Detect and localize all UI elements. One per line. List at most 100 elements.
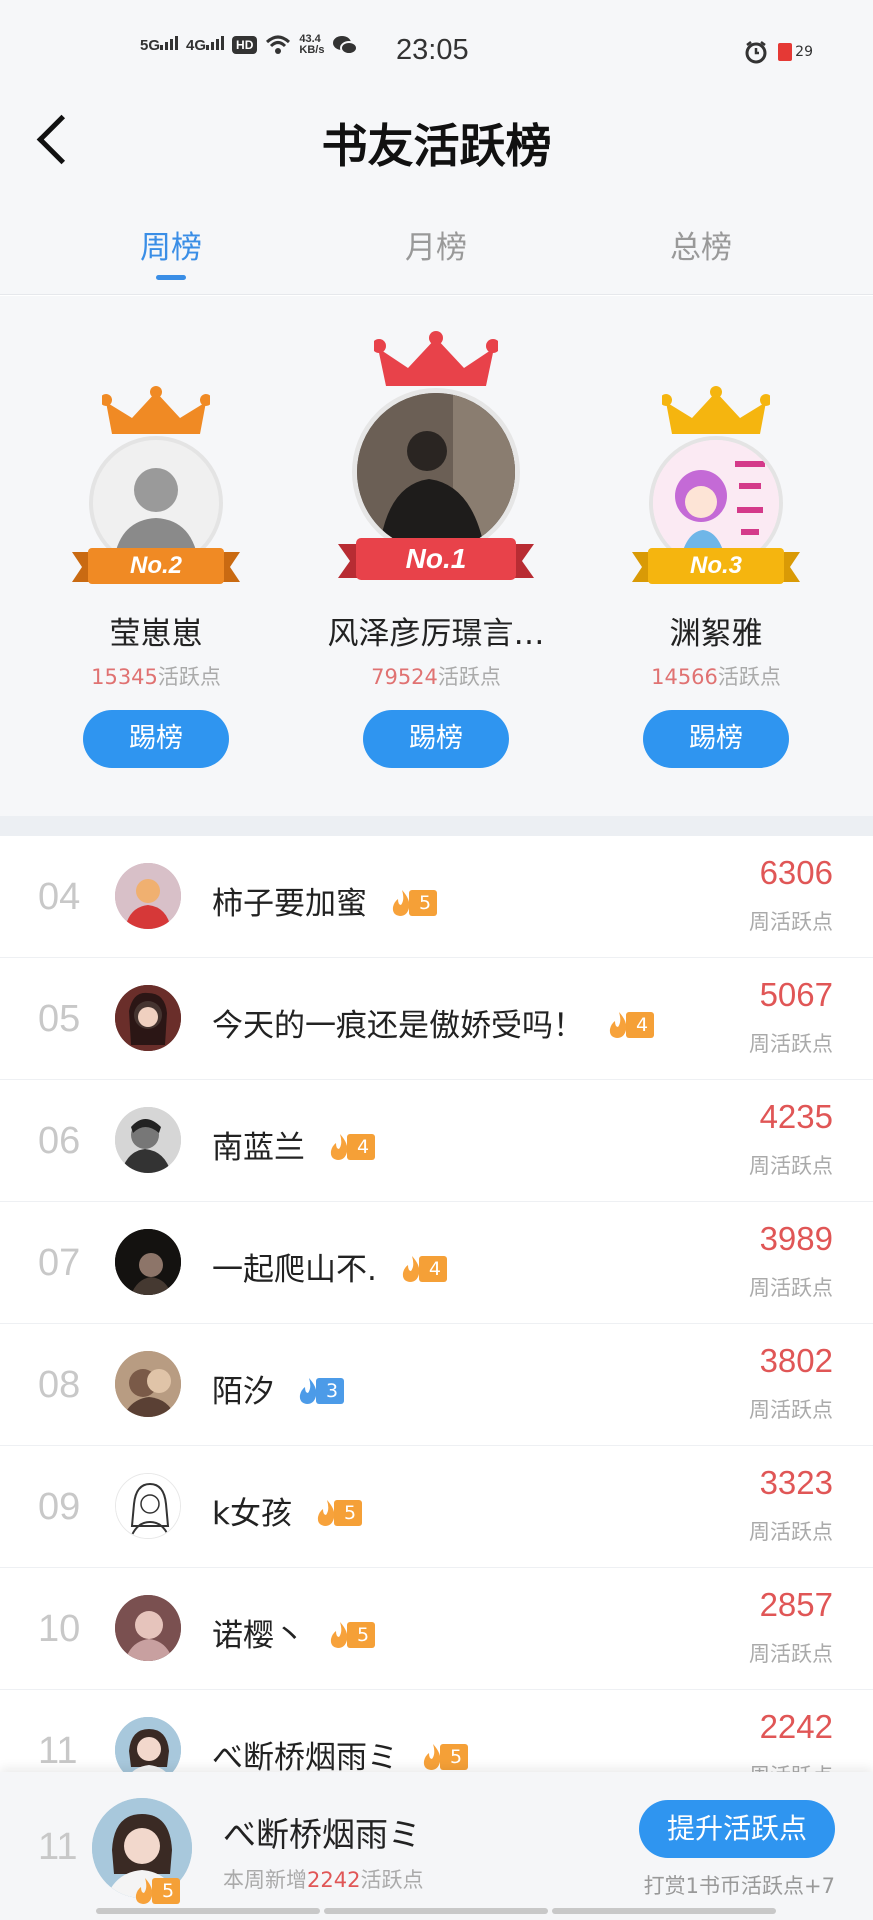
- tab-indicator: [156, 275, 186, 280]
- list-item[interactable]: 09 k女孩 5 3323 周活跃点: [0, 1446, 873, 1568]
- header: 书友活跃榜: [0, 80, 873, 200]
- wechat-icon: [333, 36, 359, 55]
- hd-icon: HD: [232, 36, 258, 54]
- signal-icon: [160, 36, 179, 50]
- activity-label: 周活跃点: [749, 1520, 833, 1544]
- avatar[interactable]: [115, 1595, 181, 1661]
- page-title: 书友活跃榜: [321, 119, 552, 173]
- activity-value: 3323: [759, 1464, 833, 1501]
- rank-number: 05: [38, 998, 81, 1040]
- kick-button[interactable]: 踢榜: [83, 710, 229, 768]
- rank-badge: No.3: [632, 546, 800, 588]
- activity-label: 周活跃点: [749, 1276, 833, 1300]
- level-badge: 5: [327, 1620, 376, 1650]
- reward-tip: 打赏1书币活跃点+7: [643, 1874, 835, 1898]
- signal-4g: 4G: [186, 36, 225, 54]
- level-badge: 5: [389, 888, 438, 918]
- podium-points: 15345活跃点: [91, 665, 221, 689]
- podium-points: 14566活跃点: [651, 665, 781, 689]
- list-item[interactable]: 07 一起爬山不. 4 3989 周活跃点: [0, 1202, 873, 1324]
- wifi-icon: [266, 35, 291, 54]
- podium-points: 79524活跃点: [371, 665, 501, 689]
- activity-value: 2242: [759, 1708, 833, 1745]
- status-left: 5G 4G HD 43.4 KB/s: [140, 33, 359, 56]
- activity-value: 6306: [759, 854, 833, 891]
- level-badge: 4: [327, 1132, 376, 1162]
- page: 5G 4G HD 43.4 KB/s 23:05 29 书友活跃榜 周榜 月榜 总…: [0, 0, 873, 1920]
- battery-icon: 29: [778, 43, 813, 61]
- user-name: 诺樱丶 5: [212, 1610, 376, 1655]
- section-divider: [0, 816, 873, 836]
- my-level-badge: 5: [132, 1876, 181, 1906]
- tab-weekly[interactable]: 周榜: [101, 222, 241, 280]
- level-badge: 5: [314, 1498, 363, 1528]
- list-item[interactable]: 04 柿子要加蜜 5 6306 周活跃点: [0, 836, 873, 958]
- avatar[interactable]: [115, 985, 181, 1051]
- activity-label: 周活跃点: [749, 910, 833, 934]
- my-weekly-gain: 本周新增2242活跃点: [223, 1868, 424, 1892]
- boost-activity-button[interactable]: 提升活跃点: [639, 1800, 835, 1858]
- avatar[interactable]: [115, 1229, 181, 1295]
- level-badge: 4: [399, 1254, 447, 1284]
- tab-bar: 周榜 月榜 总榜: [0, 200, 873, 295]
- level-badge: 5: [420, 1742, 469, 1772]
- activity-label: 周活跃点: [749, 1642, 833, 1666]
- activity-label: 周活跃点: [749, 1154, 833, 1178]
- rank-number: 10: [38, 1608, 81, 1650]
- podium-name: 风泽彦厉璟言…: [327, 616, 545, 652]
- podium-name: 渊絮雅: [669, 616, 763, 652]
- status-right: 29: [744, 40, 813, 64]
- status-time: 23:05: [396, 34, 469, 66]
- rank-number: 07: [38, 1242, 81, 1284]
- ranking-list: 04 柿子要加蜜 5 6306 周活跃点 05 今天的一痕还是傲娇受吗！ 4 506…: [0, 836, 873, 1812]
- crown-icon: [102, 386, 210, 434]
- rank-number: 09: [38, 1486, 81, 1528]
- podium-name: 莹崽崽: [109, 616, 203, 652]
- level-badge: 4: [606, 1010, 655, 1040]
- status-bar: 5G 4G HD 43.4 KB/s 23:05 29: [0, 0, 873, 80]
- level-badge: 3: [296, 1376, 345, 1406]
- signal-5g: 5G: [140, 36, 179, 54]
- my-name: べ断桥烟雨ミ: [223, 1815, 421, 1854]
- avatar[interactable]: [115, 863, 181, 929]
- list-item[interactable]: 08 陌汐 3 3802 周活跃点: [0, 1324, 873, 1446]
- tab-monthly[interactable]: 月榜: [366, 222, 506, 267]
- signal-icon: [206, 36, 225, 50]
- user-name: 南蓝兰 4: [212, 1122, 376, 1167]
- activity-value: 2857: [759, 1586, 833, 1623]
- avatar[interactable]: [115, 1107, 181, 1173]
- user-name: 陌汐 3: [212, 1366, 345, 1411]
- kick-button[interactable]: 踢榜: [363, 710, 509, 768]
- kick-button[interactable]: 踢榜: [643, 710, 789, 768]
- home-indicator[interactable]: [96, 1908, 776, 1914]
- crown-icon: [374, 331, 498, 386]
- avatar[interactable]: [115, 1351, 181, 1417]
- avatar[interactable]: [115, 1473, 181, 1539]
- rank-badge: No.2: [72, 546, 240, 588]
- list-item[interactable]: 06 南蓝兰 4 4235 周活跃点: [0, 1080, 873, 1202]
- rank-number: 06: [38, 1120, 81, 1162]
- rank-number: 04: [38, 876, 81, 918]
- user-name: k女孩 5: [212, 1488, 363, 1533]
- avatar[interactable]: [352, 388, 520, 556]
- tab-total[interactable]: 总榜: [631, 222, 771, 267]
- user-name: 今天的一痕还是傲娇受吗！ 4: [212, 1000, 655, 1045]
- user-name: べ断桥烟雨ミ 5: [212, 1732, 469, 1777]
- user-name: 一起爬山不. 4: [212, 1244, 447, 1289]
- list-item[interactable]: 05 今天的一痕还是傲娇受吗！ 4 5067 周活跃点: [0, 958, 873, 1080]
- activity-value: 3802: [759, 1342, 833, 1379]
- list-item[interactable]: 10 诺樱丶 5 2857 周活跃点: [0, 1568, 873, 1690]
- rank-number: 11: [38, 1730, 78, 1772]
- rank-number: 08: [38, 1364, 81, 1406]
- my-rank-bar: 11 5 べ断桥烟雨ミ 本周新增2242活跃点 提升活跃点 打赏1书币活跃点+7: [0, 1772, 873, 1920]
- activity-value: 5067: [759, 976, 833, 1013]
- activity-value: 3989: [759, 1220, 833, 1257]
- podium: No.2 莹崽崽 15345活跃点 踢榜 No.1 风泽彦厉璟言… 79524活…: [0, 296, 873, 816]
- crown-icon: [662, 386, 770, 434]
- net-speed: 43.4 KB/s: [299, 33, 325, 56]
- rank-badge: No.1: [338, 536, 534, 584]
- alarm-icon: [745, 41, 767, 64]
- activity-label: 周活跃点: [749, 1398, 833, 1422]
- user-name: 柿子要加蜜 5: [212, 878, 438, 923]
- my-rank-number: 11: [38, 1826, 78, 1868]
